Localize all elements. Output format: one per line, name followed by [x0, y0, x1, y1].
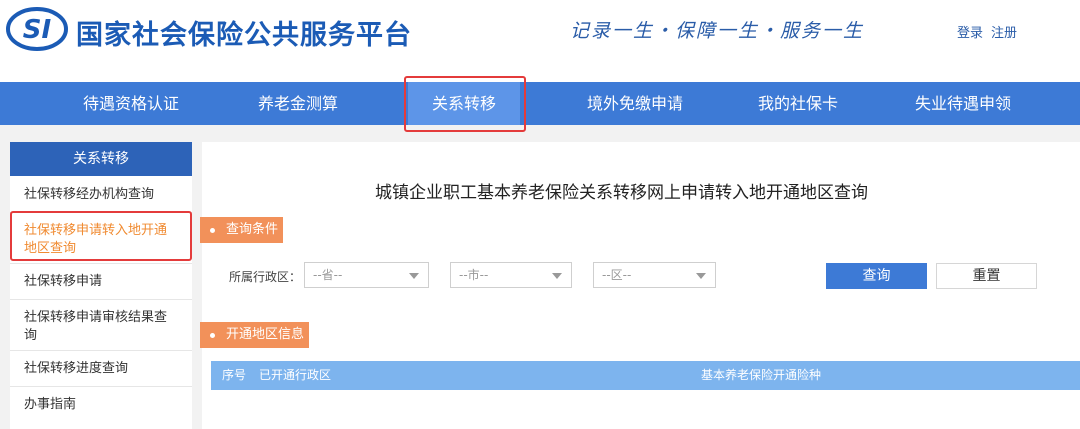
sidebar-item-guide[interactable]: 办事指南: [10, 396, 192, 414]
sidebar-divider: [10, 350, 192, 351]
result-table-header: 序号 已开通行政区 基本养老保险开通险种: [211, 361, 1080, 390]
region-label: 所属行政区：: [229, 270, 302, 284]
login-link[interactable]: 登录: [957, 26, 983, 41]
nav-item-qualification-auth[interactable]: 待遇资格认证: [55, 82, 207, 125]
chevron-down-icon: [409, 273, 419, 279]
sidebar-item-review-result[interactable]: 社保转移申请审核结果查询: [10, 309, 192, 345]
chevron-down-icon: [552, 273, 562, 279]
register-link[interactable]: 注册: [991, 26, 1017, 41]
column-header-index: 序号: [222, 368, 247, 382]
nav-item-pension-calc[interactable]: 养老金测算: [230, 82, 366, 125]
city-select[interactable]: --市--: [450, 262, 572, 288]
auth-links: 登录 注册: [957, 22, 1017, 41]
bullet-dot-icon: [210, 228, 215, 233]
result-section-tag: 开通地区信息: [200, 322, 309, 348]
sidebar-highlight-box: [10, 211, 192, 261]
social-insurance-logo: SI: [6, 7, 68, 51]
query-button[interactable]: 查询: [826, 263, 927, 289]
reset-button[interactable]: 重置: [936, 263, 1037, 289]
nav-item-unemployment[interactable]: 失业待遇申领: [888, 82, 1038, 125]
district-select[interactable]: --区--: [593, 262, 716, 288]
sidebar-item-transfer-apply[interactable]: 社保转移申请: [10, 273, 192, 291]
nav-item-overseas-exemption[interactable]: 境外免缴申请: [560, 82, 710, 125]
column-header-region: 已开通行政区: [259, 368, 332, 382]
sidebar-item-agency-query[interactable]: 社保转移经办机构查询: [10, 186, 192, 204]
sidebar-divider: [10, 386, 192, 387]
header: SI 国家社会保险公共服务平台 记录一生・保障一生・服务一生 登录 注册: [0, 0, 1080, 82]
column-header-insurance-type: 基本养老保险开通险种: [701, 368, 822, 382]
bullet-dot-icon: [210, 333, 215, 338]
sidebar-divider: [10, 299, 192, 300]
site-title: 国家社会保险公共服务平台: [76, 20, 412, 51]
nav-highlight-box: [404, 76, 526, 132]
nav-item-my-card[interactable]: 我的社保卡: [730, 82, 866, 125]
province-select[interactable]: --省--: [304, 262, 429, 288]
query-section-tag: 查询条件: [200, 217, 283, 243]
chevron-down-icon: [696, 273, 706, 279]
main-nav: 待遇资格认证 养老金测算 关系转移 境外免缴申请 我的社保卡 失业待遇申领: [0, 82, 1080, 125]
sidebar-item-progress-query[interactable]: 社保转移进度查询: [10, 360, 192, 378]
site-slogan: 记录一生・保障一生・服务一生: [570, 20, 865, 42]
sidebar-title: 关系转移: [10, 142, 192, 176]
page-title: 城镇企业职工基本养老保险关系转移网上申请转入地开通地区查询: [375, 183, 868, 203]
svg-text:SI: SI: [23, 15, 52, 45]
sidebar-divider: [10, 263, 192, 264]
